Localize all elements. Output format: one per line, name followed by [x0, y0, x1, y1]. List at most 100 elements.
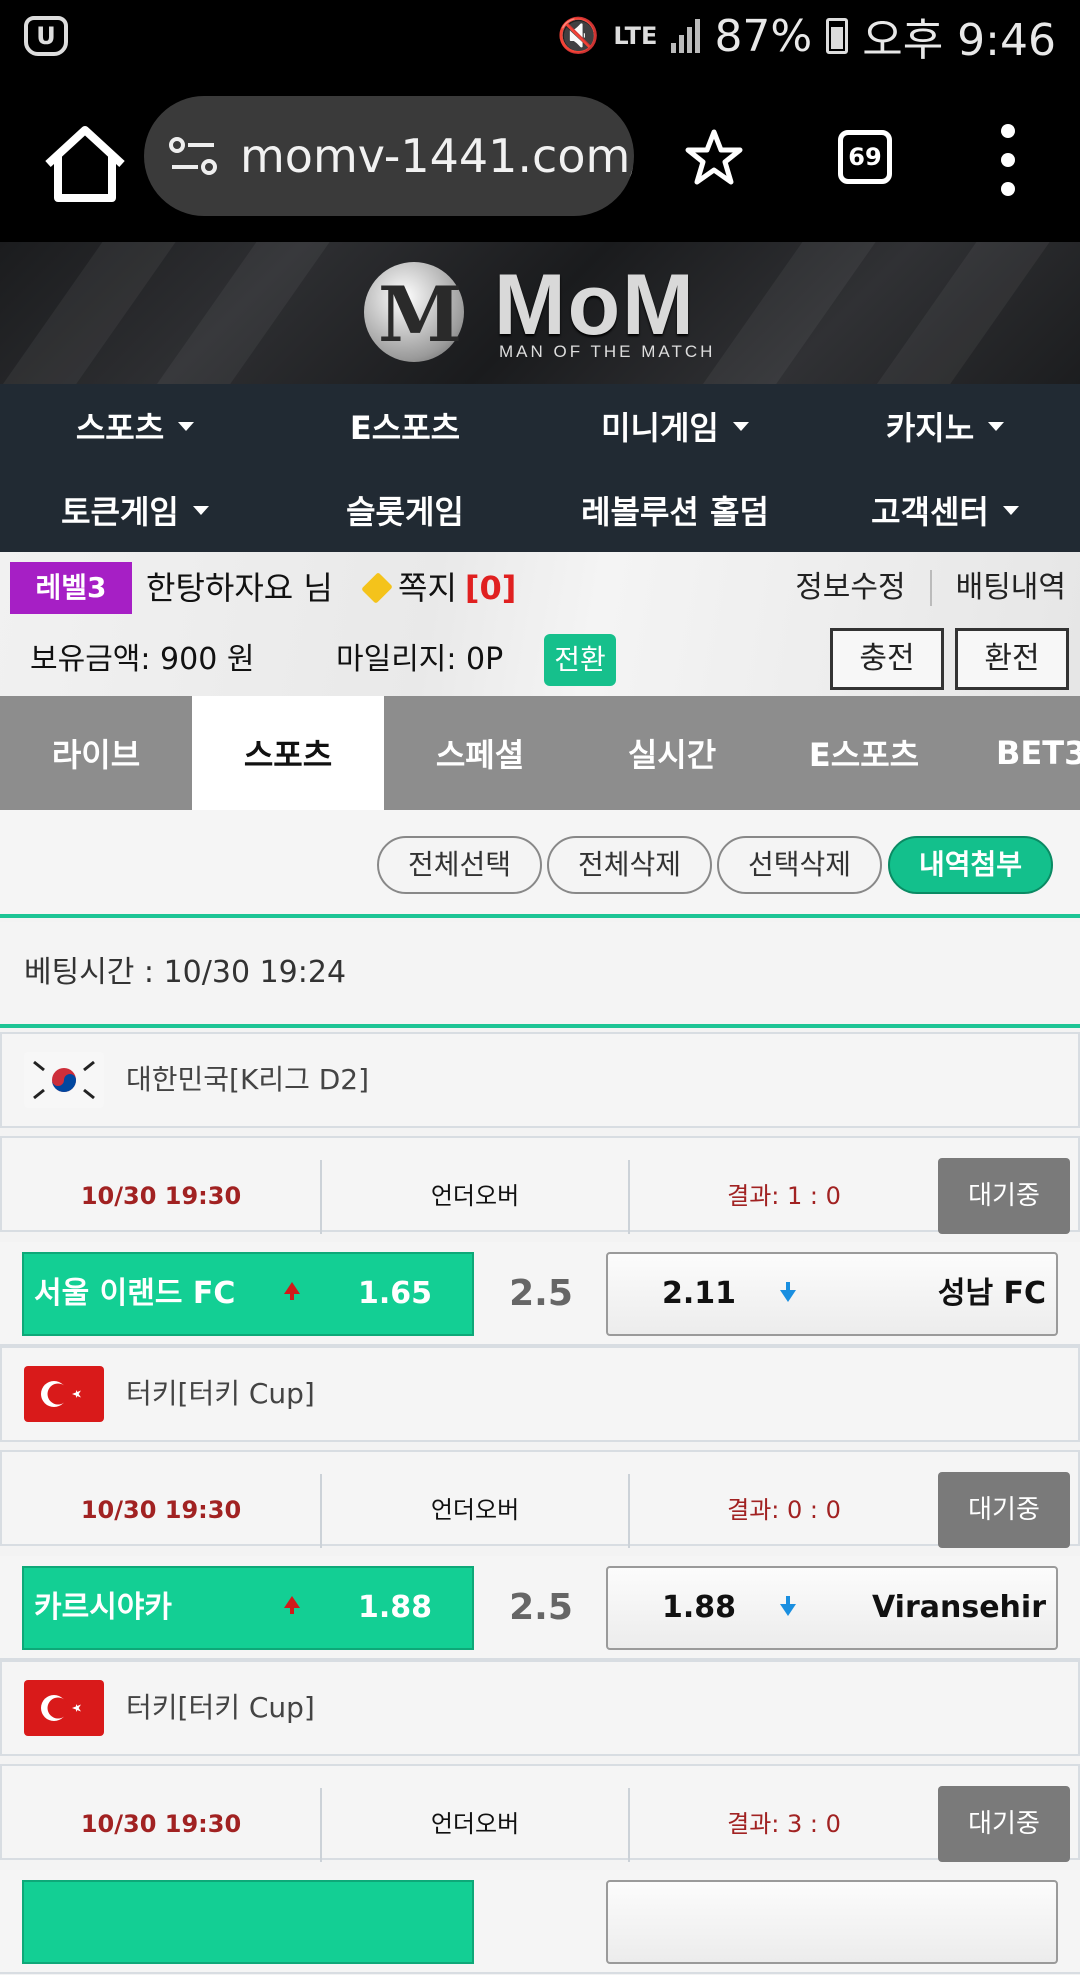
attach-history-button[interactable]: 내역첨부: [888, 836, 1053, 894]
odds-row: 서울 이랜드 FC 1.65 2.5 2.11 성남 FC: [0, 1242, 1080, 1346]
odds-row: [0, 1870, 1080, 1974]
home-odds-button[interactable]: 서울 이랜드 FC 1.65: [22, 1252, 474, 1336]
bet-type: 언더오버: [430, 1496, 520, 1524]
match-time: 10/30 19:30: [80, 1496, 242, 1524]
handicap-line: 2.5: [509, 1587, 573, 1628]
away-odds-button[interactable]: [606, 1880, 1058, 1964]
betslip-action-bar: 전체선택 전체삭제 선택삭제 내역첨부: [0, 810, 1080, 918]
arrow-down-icon: [780, 1282, 796, 1302]
select-all-button[interactable]: 전체선택: [377, 836, 542, 894]
nav-item-sports[interactable]: 스포츠: [0, 384, 270, 468]
clock: 오후 9:46: [862, 15, 1056, 66]
username: 한탕하자요 님: [146, 569, 333, 607]
exchange-button[interactable]: 환전: [955, 628, 1069, 690]
site-logo[interactable]: M MoM MAN OF THE MATCH: [364, 256, 724, 368]
caret-down-icon: [178, 421, 195, 431]
nav-item-customer-center[interactable]: 고객센터: [810, 468, 1080, 552]
turkey-flag-icon: [24, 1366, 104, 1422]
away-odd-value: 1.88: [662, 1590, 737, 1625]
away-team: Viransehir: [871, 1590, 1046, 1625]
charge-button[interactable]: 충전: [830, 628, 944, 690]
caret-down-icon: [192, 505, 209, 515]
main-nav: 스포츠 E스포츠 미니게임 카지노 토큰게임 슬롯게임 레볼루션 홀덤 고객센터: [0, 384, 1080, 552]
bet-type: 언더오버: [430, 1810, 520, 1838]
bet-history-link[interactable]: 배팅내역: [956, 560, 1066, 616]
league-header: 대한민국[K리그 D2]: [0, 1032, 1080, 1128]
league-header: 터키[터키 Cup]: [0, 1660, 1080, 1756]
home-odds-button[interactable]: 카르시야카 1.88: [22, 1566, 474, 1650]
arrow-down-icon: [780, 1596, 796, 1616]
tab-live[interactable]: 라이브: [0, 696, 192, 810]
url-text[interactable]: momv-1441.com/: [240, 96, 634, 216]
match-card: 터키[터키 Cup] 10/30 19:30 언더오버 결과: 0 : 0 대기…: [0, 1346, 1080, 1661]
mileage: 마일리지: 0P: [336, 642, 504, 677]
league-name: 터키[터키 Cup]: [126, 1691, 315, 1724]
match-info-row: 10/30 19:30 언더오버 결과: 1 : 0 대기중: [0, 1136, 1080, 1234]
arrow-up-icon: [284, 1282, 300, 1300]
more-menu-icon[interactable]: [996, 124, 1020, 196]
status-bar: U 🔇 LTE 87% 오후 9:46: [0, 0, 1080, 72]
match-result: 결과: 0 : 0: [727, 1496, 841, 1524]
nav-item-revolution-holdem[interactable]: 레볼루션 홀덤: [540, 468, 810, 552]
away-odds-button[interactable]: 1.88 Viransehir: [606, 1566, 1058, 1650]
away-odd-value: 2.11: [662, 1276, 737, 1311]
status-badge: 대기중: [938, 1786, 1070, 1862]
logo-tagline: MAN OF THE MATCH: [499, 342, 716, 361]
nav-item-slot-game[interactable]: 슬롯게임: [270, 468, 540, 552]
site-header: M MoM MAN OF THE MATCH: [0, 242, 1080, 384]
site-settings-icon[interactable]: [168, 136, 218, 176]
status-icons: 🔇 LTE 87% 오후 9:46: [557, 10, 1056, 67]
match-result: 결과: 3 : 0: [727, 1810, 841, 1838]
logo-mark-icon: M: [364, 262, 464, 362]
match-result: 결과: 1 : 0: [727, 1182, 841, 1210]
account-links: 정보수정 배팅내역: [795, 560, 1066, 616]
nav-item-esports[interactable]: E스포츠: [270, 384, 540, 468]
delete-all-button[interactable]: 전체삭제: [547, 836, 712, 894]
match-time: 10/30 19:30: [80, 1182, 242, 1210]
tab-realtime[interactable]: 실시간: [576, 696, 768, 810]
match-info-row: 10/30 19:30 언더오버 결과: 0 : 0 대기중: [0, 1450, 1080, 1548]
memo-link[interactable]: 쪽지 [0]: [361, 560, 516, 616]
match-time: 10/30 19:30: [80, 1810, 242, 1838]
bet-time: 베팅시간 : 10/30 19:24: [0, 922, 1080, 1028]
korea-flag-icon: [24, 1052, 104, 1108]
odds-row: 카르시야카 1.88 2.5 1.88 Viransehir: [0, 1556, 1080, 1660]
bet-type: 언더오버: [430, 1182, 520, 1210]
bookmark-star-icon[interactable]: [684, 128, 744, 188]
handicap-line: 2.5: [509, 1273, 573, 1314]
home-odd-value: 1.65: [358, 1276, 433, 1311]
u-plus-icon: U: [24, 16, 68, 56]
away-odds-button[interactable]: 2.11 성남 FC: [606, 1252, 1058, 1336]
divider: [929, 570, 932, 606]
home-icon[interactable]: [40, 124, 130, 204]
lte-icon: LTE: [613, 22, 658, 50]
battery-percent: 87%: [714, 10, 813, 62]
league-name: 대한민국[K리그 D2]: [126, 1063, 370, 1096]
league-name: 터키[터키 Cup]: [126, 1377, 315, 1410]
browser-toolbar: momv-1441.com/ 69: [0, 72, 1080, 242]
delete-selected-button[interactable]: 선택삭제: [717, 836, 882, 894]
turkey-flag-icon: [24, 1680, 104, 1736]
edit-info-link[interactable]: 정보수정: [795, 560, 905, 616]
tab-bet365[interactable]: BET365: [960, 696, 1080, 810]
tab-esports[interactable]: E스포츠: [768, 696, 960, 810]
address-bar[interactable]: momv-1441.com/: [144, 96, 634, 216]
mileage-swap-button[interactable]: 전환: [544, 634, 616, 686]
status-badge: 대기중: [938, 1158, 1070, 1234]
home-team: 서울 이랜드 FC: [34, 1276, 236, 1311]
tab-switcher-button[interactable]: 69: [838, 130, 892, 184]
home-odd-value: 1.88: [358, 1590, 433, 1625]
nav-item-casino[interactable]: 카지노: [810, 384, 1080, 468]
home-odds-button[interactable]: [22, 1880, 474, 1964]
away-team: 성남 FC: [937, 1276, 1046, 1311]
nav-item-token-game[interactable]: 토큰게임: [0, 468, 270, 552]
category-tabs: 라이브 스포츠 스페셜 실시간 E스포츠 BET365: [0, 696, 1080, 810]
logo-word: MoM: [494, 257, 696, 353]
caret-down-icon: [1002, 505, 1019, 515]
level-badge: 레벨3: [10, 562, 132, 614]
tab-special[interactable]: 스페셜: [384, 696, 576, 810]
nav-item-minigame[interactable]: 미니게임: [540, 384, 810, 468]
tab-sports[interactable]: 스포츠: [192, 696, 384, 810]
caret-down-icon: [988, 421, 1005, 431]
status-badge: 대기중: [938, 1472, 1070, 1548]
